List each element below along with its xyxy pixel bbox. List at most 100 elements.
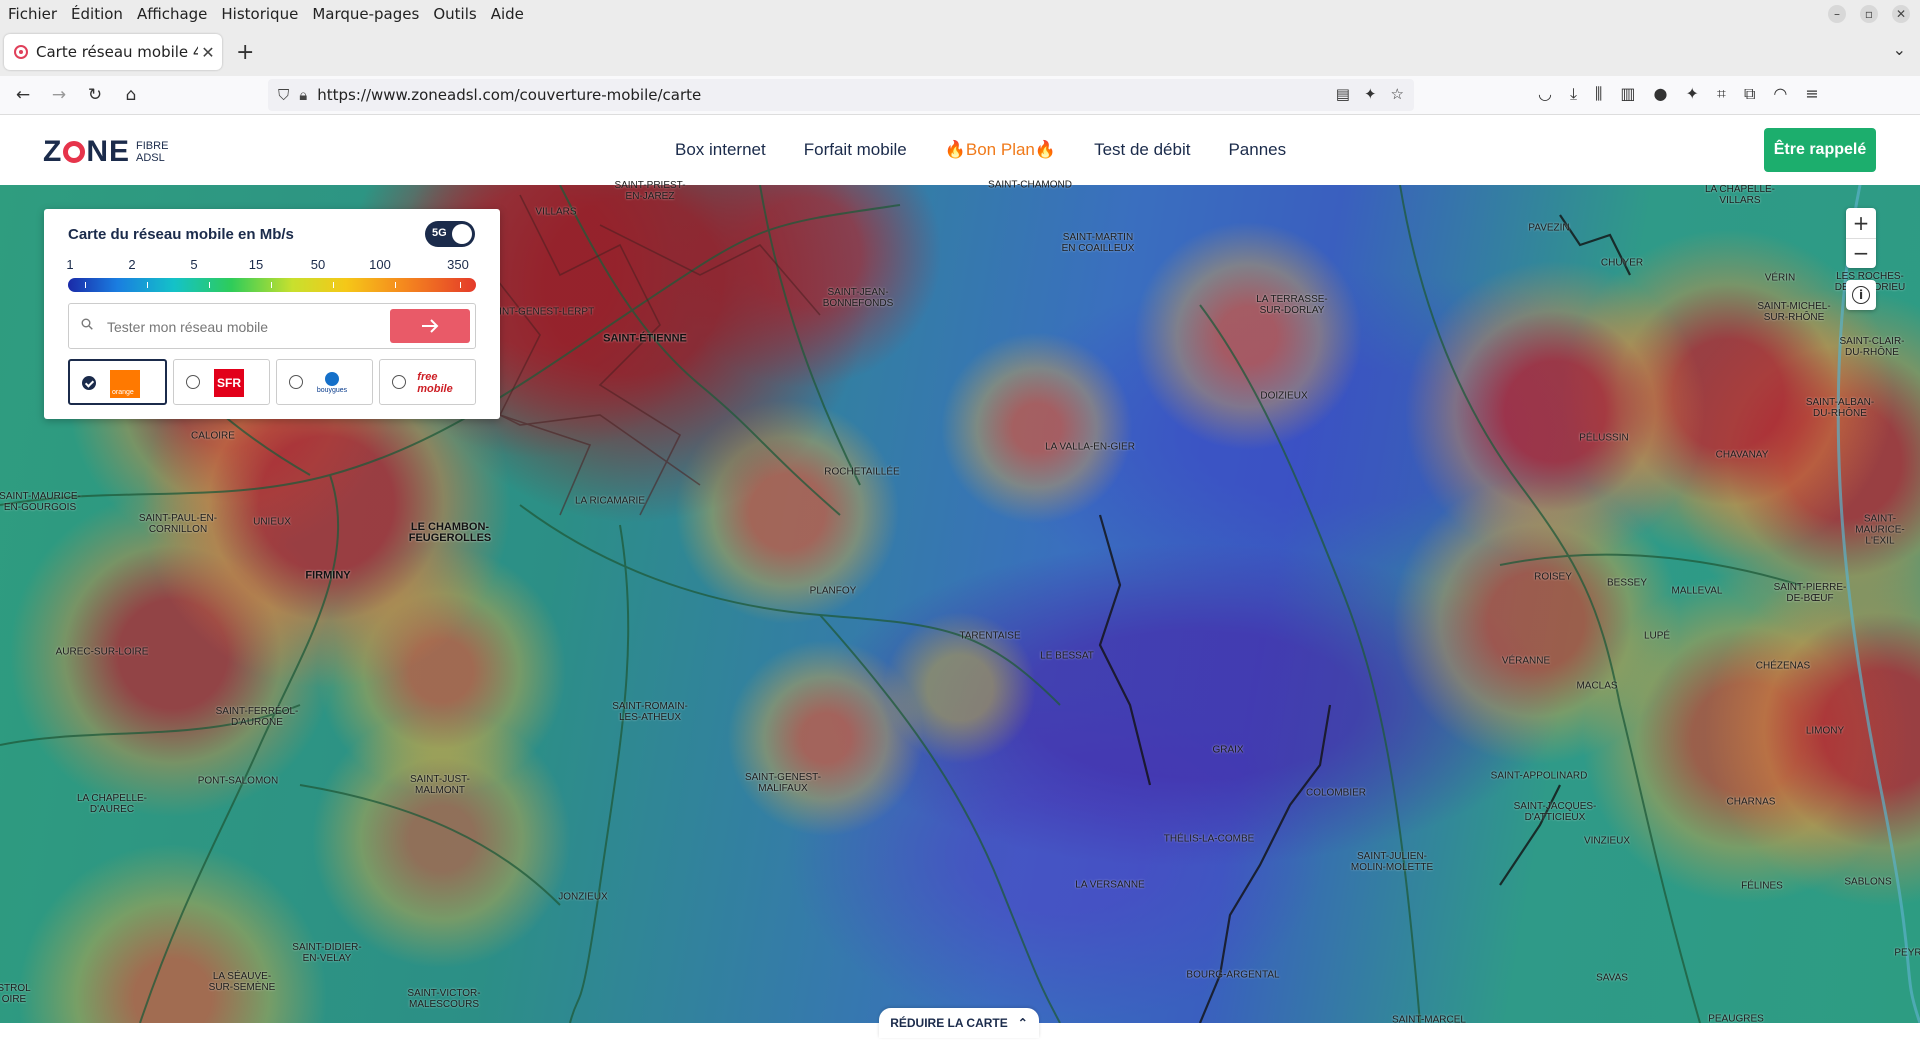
- place-label: MALLEVAL: [1671, 585, 1723, 597]
- home-icon[interactable]: ⌂: [118, 82, 144, 108]
- radio-icon[interactable]: [289, 375, 303, 389]
- forward-icon[interactable]: →: [46, 82, 72, 108]
- menu-edition[interactable]: Édition: [71, 5, 123, 23]
- place-label: SAINT-ROMAIN- LES-ATHEUX: [612, 701, 688, 723]
- network-test-search: [68, 303, 476, 349]
- scale-label: 50: [310, 257, 326, 272]
- vpn-icon[interactable]: ●: [1654, 84, 1668, 104]
- menu-outils[interactable]: Outils: [433, 5, 476, 23]
- operator-bouygues[interactable]: bouygues: [276, 359, 373, 405]
- window-controls: – ▫ ✕: [1828, 5, 1910, 23]
- zoneadsl-favicon-icon: [14, 45, 28, 59]
- reload-icon[interactable]: ↻: [82, 82, 108, 108]
- place-label: CHARNAS: [1726, 796, 1776, 808]
- search-input[interactable]: [105, 312, 369, 342]
- close-window-icon[interactable]: ✕: [1892, 5, 1910, 23]
- maximize-icon[interactable]: ▫: [1860, 5, 1878, 23]
- callback-button[interactable]: Être rappelé: [1764, 128, 1876, 172]
- 5g-toggle[interactable]: 5G: [425, 221, 475, 247]
- place-label: SAVAS: [1596, 972, 1628, 984]
- check-icon[interactable]: [82, 376, 96, 390]
- sidebar-icon[interactable]: ▥: [1620, 84, 1635, 104]
- puzzle-icon[interactable]: ⧉: [1744, 84, 1755, 104]
- scale-label: 2: [128, 257, 136, 272]
- url-bar[interactable]: ⛉ 🔒︎ https://www.zoneadsl.com/couverture…: [268, 79, 1414, 111]
- menu-historique[interactable]: Historique: [221, 5, 298, 23]
- place-label: SAINT-JULIEN- MOLIN-MOLETTE: [1350, 851, 1434, 873]
- reduce-map-button[interactable]: RÉDUIRE LA CARTE ⌃: [879, 1008, 1039, 1038]
- place-label: CHÉZENAS: [1755, 660, 1811, 672]
- scale-label: 100: [369, 257, 391, 272]
- download-icon[interactable]: ⤓: [1570, 84, 1577, 104]
- place-label: FÉLINES: [1741, 880, 1783, 892]
- nav-box-internet[interactable]: Box internet: [675, 140, 766, 160]
- operator-sfr[interactable]: SFR: [173, 359, 270, 405]
- screenshot-icon[interactable]: ⌗: [1717, 84, 1726, 104]
- place-label: LIMONY: [1805, 725, 1845, 737]
- radio-icon[interactable]: [392, 375, 406, 389]
- place-label: LE CHAMBON- FEUGEROLLES: [408, 521, 492, 544]
- toggle-knob: [452, 224, 472, 244]
- menu-affichage[interactable]: Affichage: [137, 5, 207, 23]
- speed-scale-bar: [68, 278, 476, 292]
- chevron-down-icon[interactable]: ⌄: [1893, 40, 1906, 59]
- panel-title: Carte du réseau mobile en Mb/s: [68, 226, 294, 243]
- site-header: Z NE FIBRE ADSL Box internet Forfait mobi…: [0, 115, 1920, 185]
- menu-fichier[interactable]: Fichier: [8, 5, 57, 23]
- place-label: SAINT-ALBAN- DU-RHÔNE: [1805, 397, 1875, 419]
- place-label: SAINT-DIDIER- EN-VELAY: [292, 942, 362, 964]
- lock-icon[interactable]: 🔒︎: [299, 86, 307, 104]
- zoom-controls: + −: [1846, 208, 1876, 268]
- place-label: LA CHAPELLE- VILLARS: [1704, 184, 1776, 206]
- menu-marque-pages[interactable]: Marque-pages: [312, 5, 419, 23]
- place-label: PÉLUSSIN: [1579, 432, 1629, 444]
- place-label: BESSEY: [1606, 577, 1648, 589]
- nav-bon-plan[interactable]: 🔥Bon Plan🔥: [945, 140, 1056, 160]
- menu-aide[interactable]: Aide: [491, 5, 524, 23]
- nav-pannes[interactable]: Pannes: [1228, 140, 1286, 160]
- bookmark-star-icon[interactable]: ☆: [1391, 85, 1404, 103]
- scale-label: 1: [66, 257, 74, 272]
- extension-icon[interactable]: ✦: [1686, 84, 1699, 104]
- menu-hamburger-icon[interactable]: ≡: [1805, 84, 1818, 104]
- place-label: LA VERSANNE: [1075, 879, 1145, 891]
- scale-label: 350: [447, 257, 469, 272]
- sync-icon[interactable]: ◠: [1773, 84, 1787, 104]
- place-label: SAINT-JUST- MALMONT: [409, 774, 471, 796]
- back-icon[interactable]: ←: [10, 82, 36, 108]
- search-submit-button[interactable]: [390, 309, 470, 343]
- scale-label: 15: [248, 257, 264, 272]
- reader-mode-icon[interactable]: ▤: [1336, 85, 1350, 103]
- place-label: LE BESSAT: [1040, 650, 1094, 662]
- zoom-out-button[interactable]: −: [1846, 237, 1876, 269]
- map-info-button[interactable]: i: [1846, 280, 1876, 310]
- new-tab-icon[interactable]: +: [236, 40, 254, 65]
- operator-orange[interactable]: orange: [68, 359, 167, 405]
- place-label: AUREC-SUR-LOIRE: [55, 646, 149, 658]
- radio-icon[interactable]: [186, 375, 200, 389]
- shield-icon[interactable]: ⛉: [278, 86, 289, 104]
- close-tab-icon[interactable]: ✕: [198, 43, 218, 62]
- site-logo[interactable]: Z NE FIBRE ADSL: [43, 135, 168, 169]
- info-icon: i: [1852, 286, 1870, 304]
- browser-menubar: Fichier Édition Affichage Historique Mar…: [0, 0, 1920, 28]
- zoom-in-button[interactable]: +: [1846, 208, 1876, 238]
- browser-toolbar-right: ◡ ⤓ ⫼ ▥ ● ✦ ⌗ ⧉ ◠ ≡: [1538, 84, 1819, 104]
- place-label: SAINT-APPOLINARD: [1490, 770, 1588, 782]
- speed-scale-labels: 1 2 5 15 50 100 350: [66, 257, 478, 273]
- active-tab[interactable]: Carte réseau mobile 4G e ✕: [4, 34, 222, 70]
- nav-forfait-mobile[interactable]: Forfait mobile: [804, 140, 907, 160]
- place-label: SAINT-PRIEST- EN-JAREZ: [614, 180, 686, 202]
- url-text[interactable]: https://www.zoneadsl.com/couverture-mobi…: [317, 86, 701, 104]
- place-label: VÉRANNE: [1501, 655, 1551, 667]
- place-label: PLANFOY: [809, 585, 857, 597]
- extension-icon[interactable]: ✦: [1364, 85, 1377, 103]
- nav-test-debit[interactable]: Test de débit: [1094, 140, 1190, 160]
- operator-free[interactable]: free mobile: [379, 359, 476, 405]
- main-nav: Box internet Forfait mobile 🔥Bon Plan🔥 T…: [675, 115, 1286, 185]
- place-label: LA RICAMARIE: [574, 495, 646, 507]
- place-label: SAINT- MAURICE- L'EXIL: [1855, 513, 1905, 547]
- minimize-icon[interactable]: –: [1828, 5, 1846, 23]
- pocket-icon[interactable]: ◡: [1538, 84, 1552, 104]
- library-icon[interactable]: ⫼: [1595, 84, 1602, 104]
